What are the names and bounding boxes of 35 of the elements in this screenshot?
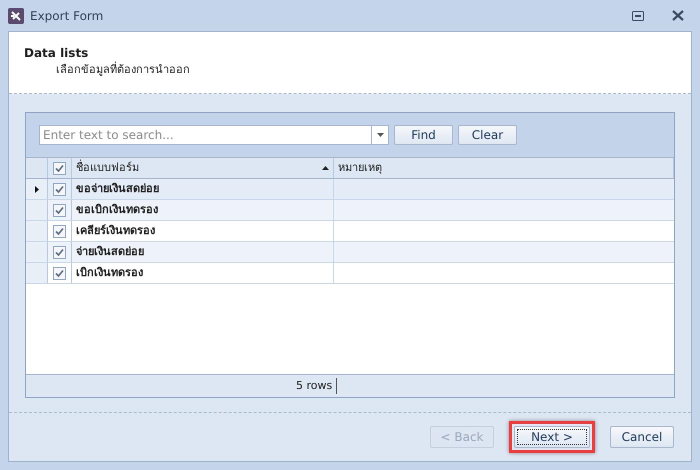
restore-icon[interactable] — [632, 10, 644, 20]
checkmark-icon — [55, 248, 64, 256]
row-count: 5 rows — [296, 378, 338, 394]
table-cell: ขอจ่ายเงินสดย่อย — [72, 179, 334, 199]
checkbox[interactable] — [53, 246, 66, 258]
row-indicator-icon — [34, 186, 38, 192]
caret-icon — [376, 133, 384, 137]
table-cell: เคลียร์เงินทดรอง — [72, 221, 334, 241]
search-field[interactable]: Enter text to search... — [39, 125, 372, 145]
window-title: Export Form — [30, 8, 104, 24]
checkmark-icon — [55, 268, 64, 278]
table-cell: ขอเบิกเงินทดรอง — [72, 200, 334, 220]
checkbox[interactable] — [53, 204, 66, 216]
next-button[interactable]: Next > — [514, 426, 590, 448]
checkmark-icon — [55, 206, 64, 214]
app-icon — [8, 8, 24, 24]
header-subtitle: เลือกข้อมูลที่ต้องการนำออก — [55, 61, 191, 78]
find-button[interactable]: Find — [394, 125, 453, 145]
checkmark-icon — [55, 226, 64, 236]
row-header[interactable] — [26, 179, 48, 199]
checkmark-icon — [55, 164, 64, 172]
checkbox[interactable] — [53, 266, 66, 280]
table-cell: เบิกเงินทดรอง — [72, 263, 334, 283]
checkmark-icon — [55, 184, 64, 194]
column-header[interactable]: ชื่อแบบฟอร์ม — [72, 158, 334, 178]
column-header[interactable]: หมายเหตุ — [334, 158, 674, 178]
table-cell: จ่ายเงินสดย่อย — [72, 242, 334, 262]
checkbox[interactable] — [53, 182, 66, 196]
clear-button[interactable]: Clear — [458, 125, 517, 145]
header-title: Data lists — [24, 46, 90, 61]
checkbox[interactable] — [53, 224, 66, 238]
checkbox[interactable] — [53, 162, 66, 174]
dropdown-button[interactable] — [372, 125, 389, 145]
cancel-button[interactable]: Cancel — [610, 426, 674, 448]
close-icon[interactable] — [672, 10, 684, 21]
